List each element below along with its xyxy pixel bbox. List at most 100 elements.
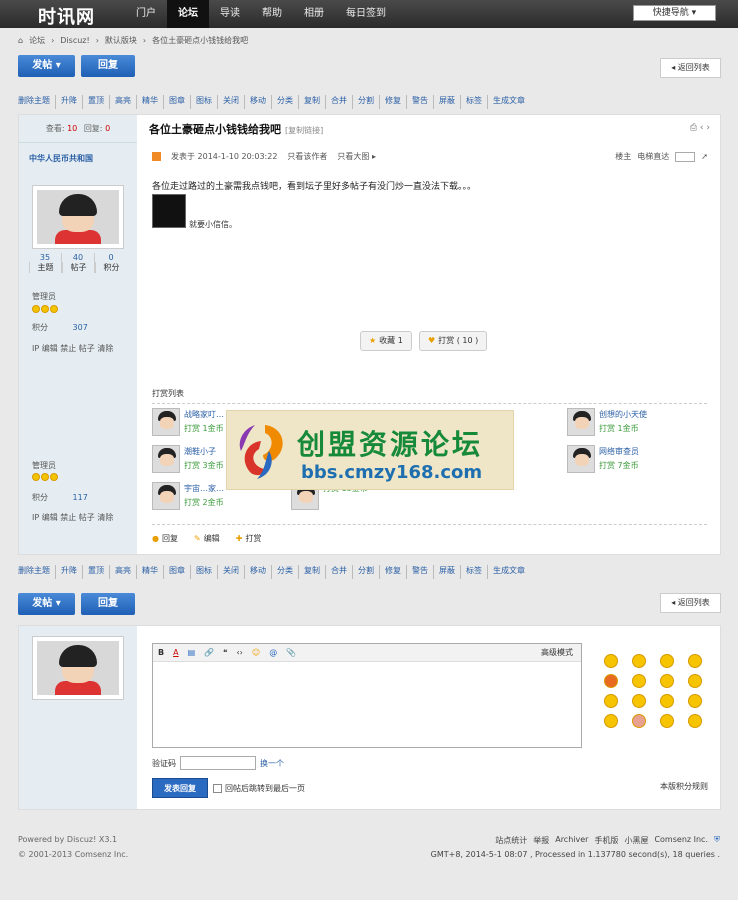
smiley-icon[interactable]	[632, 674, 646, 688]
nav-checkin[interactable]: 每日签到	[335, 0, 397, 28]
smiley-icon[interactable]	[604, 694, 618, 708]
smiley-icon[interactable]	[632, 694, 646, 708]
reward-user[interactable]: 潮鞋小子	[184, 445, 224, 459]
jump-last-page-checkbox[interactable]	[213, 784, 222, 793]
code-icon[interactable]: ‹›	[236, 644, 242, 661]
new-post-button[interactable]: 发帖 ▾	[18, 55, 75, 77]
admin-links[interactable]: IP 编辑 禁止 帖子 清除	[32, 343, 113, 354]
avatar[interactable]	[32, 636, 124, 700]
mod-delete[interactable]: 删除主题	[18, 565, 55, 579]
mod-classify[interactable]: 分类	[271, 565, 298, 579]
site-logo[interactable]: 时讯网	[38, 3, 95, 29]
reward-button[interactable]: ♥ 打赏 ( 10 )	[419, 331, 488, 351]
author-name[interactable]: 中华人民币共和国	[29, 153, 93, 164]
credit-rules-link[interactable]: 本版积分规则	[660, 781, 708, 792]
mod-split[interactable]: 分割	[352, 95, 379, 109]
powered-by[interactable]: Powered by Discuz! X3.1	[18, 835, 117, 844]
avatar[interactable]	[567, 445, 595, 473]
mod-move[interactable]: 移动	[244, 95, 271, 109]
copy-link[interactable]: [复制链接]	[285, 126, 323, 135]
mod-icon[interactable]: 图标	[190, 95, 217, 109]
security-icon[interactable]: ⛨	[714, 835, 720, 846]
floor-input[interactable]	[675, 151, 696, 162]
smiley-icon[interactable]	[660, 654, 674, 668]
back-to-list-button[interactable]: ◂ 返回列表	[660, 593, 721, 613]
posts-count[interactable]: 40	[62, 253, 94, 262]
new-post-button[interactable]: 发帖 ▾	[18, 593, 75, 615]
mod-digest[interactable]: 精华	[136, 95, 163, 109]
smiley-icon[interactable]	[632, 654, 646, 668]
mod-close[interactable]: 关闭	[217, 565, 244, 579]
avatar[interactable]	[152, 445, 180, 473]
smiley-icon[interactable]	[688, 654, 702, 668]
breadcrumb-thread[interactable]: 各位土豪砸点小钱钱给我吧	[152, 34, 248, 48]
reply-action[interactable]: ● 回复	[152, 533, 178, 544]
mod-classify[interactable]: 分类	[271, 95, 298, 109]
next-icon[interactable]: ›	[706, 123, 710, 133]
mod-stamp[interactable]: 图章	[163, 95, 190, 109]
mod-warn[interactable]: 警告	[406, 565, 433, 579]
admin-links[interactable]: IP 编辑 禁止 帖子 清除	[32, 512, 113, 523]
mod-article[interactable]: 生成文章	[487, 95, 530, 109]
smiley-icon[interactable]	[604, 714, 618, 728]
breadcrumb-discuz[interactable]: Discuz!	[60, 34, 89, 48]
mod-ban[interactable]: 屏蔽	[433, 95, 460, 109]
image-icon[interactable]: ▤	[188, 644, 196, 661]
nav-guide[interactable]: 导读	[209, 0, 251, 28]
mod-tag[interactable]: 标签	[460, 95, 487, 109]
prev-icon[interactable]: ‹	[700, 123, 704, 133]
mod-repair[interactable]: 修复	[379, 565, 406, 579]
avatar[interactable]	[152, 482, 180, 510]
mod-bump[interactable]: 升降	[55, 95, 82, 109]
smiley-icon[interactable]	[604, 654, 618, 668]
mod-merge[interactable]: 合并	[325, 95, 352, 109]
mod-stamp[interactable]: 图章	[163, 565, 190, 579]
reward-user[interactable]: 网络审查员	[599, 445, 639, 459]
reward-user[interactable]: 创想的小天使	[599, 408, 647, 422]
credits-count[interactable]: 0	[95, 253, 127, 262]
breadcrumb-board[interactable]: 默认版块	[105, 34, 137, 48]
smiley-icon[interactable]	[688, 694, 702, 708]
footer-archiver-link[interactable]: Archiver	[555, 835, 588, 846]
quote-icon[interactable]: ❝	[223, 644, 227, 661]
only-author-link[interactable]: 只看该作者	[287, 151, 327, 162]
font-color-icon[interactable]: A	[173, 644, 178, 661]
edit-action[interactable]: ✎ 编辑	[194, 533, 220, 544]
reward-user[interactable]: 战略家叮…	[184, 408, 224, 422]
avatar[interactable]	[152, 408, 180, 436]
nav-forum[interactable]: 论坛	[167, 0, 209, 28]
link-icon[interactable]: 🔗	[204, 644, 214, 661]
submit-reply-button[interactable]: 发表回复	[152, 778, 208, 798]
mod-bump[interactable]: 升降	[55, 565, 82, 579]
smiley-icon[interactable]	[632, 714, 646, 728]
mod-repair[interactable]: 修复	[379, 95, 406, 109]
avatar[interactable]	[567, 408, 595, 436]
captcha-input[interactable]	[180, 756, 256, 770]
mod-warn[interactable]: 警告	[406, 95, 433, 109]
mod-highlight[interactable]: 高亮	[109, 95, 136, 109]
mod-close[interactable]: 关闭	[217, 95, 244, 109]
mod-copy[interactable]: 复制	[298, 95, 325, 109]
back-to-list-button[interactable]: ◂ 返回列表	[660, 58, 721, 78]
mod-icon[interactable]: 图标	[190, 565, 217, 579]
bold-icon[interactable]: B	[158, 644, 164, 661]
mod-merge[interactable]: 合并	[325, 565, 352, 579]
smiley-icon[interactable]	[604, 674, 618, 688]
reward-user[interactable]: 宇宙…家…	[184, 482, 224, 496]
footer-mobile-link[interactable]: 手机版	[594, 835, 618, 846]
quick-nav-button[interactable]: 快捷导航 ▾	[633, 5, 716, 21]
smiley-icon[interactable]: ☺	[252, 644, 260, 661]
footer-report-link[interactable]: 举报	[533, 835, 549, 846]
smiley-icon[interactable]	[688, 714, 702, 728]
reply-button[interactable]: 回复	[81, 55, 135, 77]
user-group[interactable]: 管理员	[32, 460, 56, 471]
home-icon[interactable]: ⌂	[18, 34, 23, 48]
mod-split[interactable]: 分割	[352, 565, 379, 579]
smiley-icon[interactable]	[660, 694, 674, 708]
reward-action[interactable]: ✚ 打赏	[236, 533, 262, 544]
captcha-refresh-link[interactable]: 换一个	[260, 758, 284, 769]
mod-highlight[interactable]: 高亮	[109, 565, 136, 579]
mod-tag[interactable]: 标签	[460, 565, 487, 579]
jump-last-page-option[interactable]: 回帖后跳转到最后一页	[213, 783, 305, 794]
user-group[interactable]: 管理员	[32, 291, 56, 302]
